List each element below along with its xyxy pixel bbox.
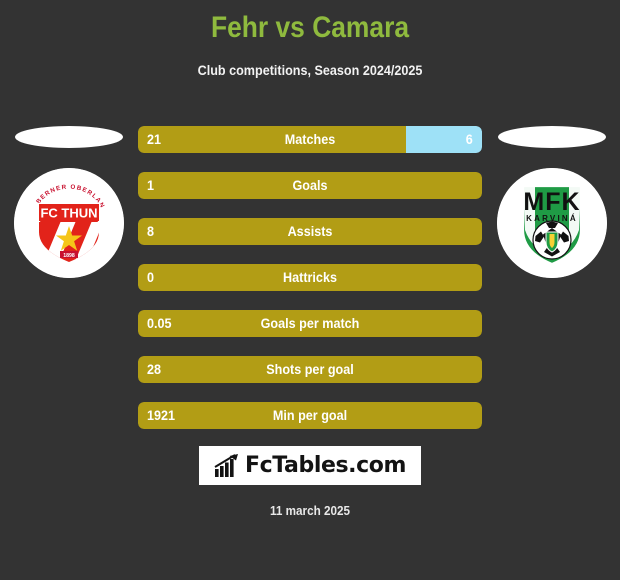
fctables-brand[interactable]: FcTables.com [199, 446, 421, 485]
away-team-crest[interactable]: MFK KARVINÁ [497, 168, 607, 278]
home-stat-value: 1921 [147, 407, 176, 423]
home-team-crest[interactable]: BERNER OBERLAND FC THUN 1898 [14, 168, 124, 278]
svg-text:FC THUN: FC THUN [40, 206, 97, 221]
home-bar-segment [138, 356, 482, 383]
home-stat-value: 0 [147, 269, 155, 285]
header: Fehr vs Camara Club competitions, Season… [0, 0, 620, 78]
decorative-ellipse-left [15, 126, 123, 148]
fc-thun-logo-icon: BERNER OBERLAND FC THUN 1898 [14, 168, 124, 278]
bar-chart-icon [214, 453, 238, 477]
home-stat-value: 1 [147, 177, 155, 193]
stat-comparison-page: Fehr vs Camara Club competitions, Season… [0, 0, 620, 580]
stat-row: 1 Goals [138, 172, 482, 199]
stat-row: 21 6 Matches [138, 126, 482, 153]
stat-row: 1921 Min per goal [138, 402, 482, 429]
svg-text:1898: 1898 [63, 253, 75, 259]
home-stat-value: 28 [147, 361, 162, 377]
home-bar-segment [138, 264, 482, 291]
decorative-ellipse-right [498, 126, 606, 148]
home-stat-value: 0.05 [147, 315, 172, 331]
brand-text: FcTables.com [244, 453, 407, 478]
home-stat-value: 8 [147, 223, 155, 239]
stat-row: 0 Hattricks [138, 264, 482, 291]
home-stat-value: 21 [147, 131, 162, 147]
home-bar-segment [138, 402, 482, 429]
home-bar-segment [138, 126, 406, 153]
mfk-karvina-logo-icon: MFK KARVINÁ [497, 168, 607, 278]
page-title: Fehr vs Camara [210, 11, 410, 44]
home-bar-segment [138, 310, 482, 337]
stats-rows: 21 6 Matches 1 Goals 8 Assists 0 Hattricks 0.05 Go… [138, 126, 482, 448]
stat-row: 8 Assists [138, 218, 482, 245]
svg-text:MFK: MFK [523, 188, 580, 216]
stat-row: 0.05 Goals per match [138, 310, 482, 337]
home-bar-segment [138, 218, 482, 245]
page-subtitle: Club competitions, Season 2024/2025 [197, 62, 423, 78]
date-label: 11 march 2025 [269, 503, 351, 518]
home-bar-segment [138, 172, 482, 199]
away-stat-value: 6 [465, 131, 473, 147]
stat-row: 28 Shots per goal [138, 356, 482, 383]
